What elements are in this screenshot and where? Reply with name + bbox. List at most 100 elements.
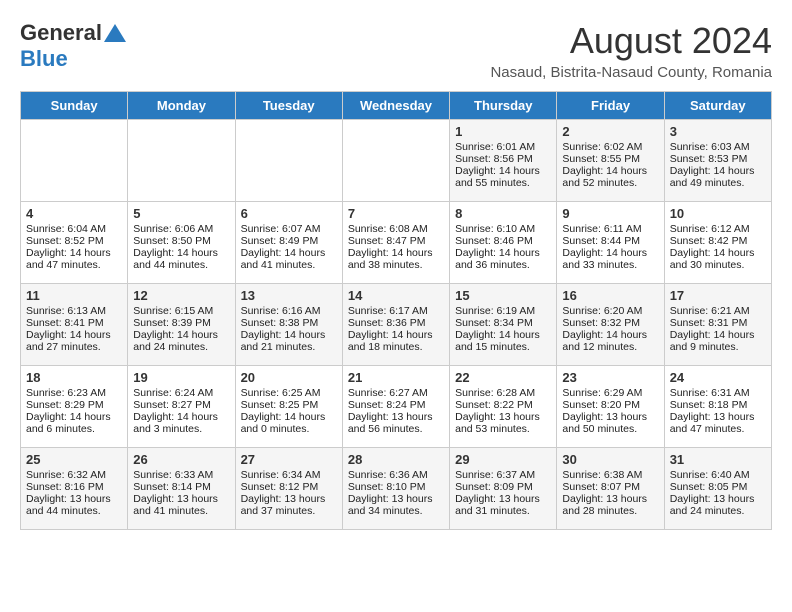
- day-number: 24: [670, 370, 766, 385]
- day-info: Sunset: 8:34 PM: [455, 317, 551, 329]
- day-info: Daylight: 14 hours: [455, 329, 551, 341]
- calendar-cell: 15Sunrise: 6:19 AMSunset: 8:34 PMDayligh…: [450, 284, 557, 366]
- day-info: Sunset: 8:18 PM: [670, 399, 766, 411]
- day-info: and 52 minutes.: [562, 177, 658, 189]
- day-info: Sunset: 8:20 PM: [562, 399, 658, 411]
- day-info: Sunset: 8:14 PM: [133, 481, 229, 493]
- calendar-cell: 12Sunrise: 6:15 AMSunset: 8:39 PMDayligh…: [128, 284, 235, 366]
- day-number: 25: [26, 452, 122, 467]
- day-number: 5: [133, 206, 229, 221]
- day-info: Daylight: 13 hours: [455, 493, 551, 505]
- day-number: 6: [241, 206, 337, 221]
- day-info: Daylight: 14 hours: [670, 329, 766, 341]
- day-info: Daylight: 13 hours: [26, 493, 122, 505]
- logo: General Blue: [20, 20, 126, 72]
- calendar-cell: 5Sunrise: 6:06 AMSunset: 8:50 PMDaylight…: [128, 202, 235, 284]
- calendar-cell: 23Sunrise: 6:29 AMSunset: 8:20 PMDayligh…: [557, 366, 664, 448]
- day-info: Sunset: 8:42 PM: [670, 235, 766, 247]
- day-number: 20: [241, 370, 337, 385]
- day-info: Sunrise: 6:21 AM: [670, 305, 766, 317]
- calendar-cell: 20Sunrise: 6:25 AMSunset: 8:25 PMDayligh…: [235, 366, 342, 448]
- day-number: 17: [670, 288, 766, 303]
- logo-blue-text: Blue: [20, 46, 68, 71]
- title-block: August 2024 Nasaud, Bistrita-Nasaud Coun…: [490, 20, 772, 81]
- day-number: 28: [348, 452, 444, 467]
- day-info: Sunrise: 6:32 AM: [26, 469, 122, 481]
- day-info: Sunset: 8:05 PM: [670, 481, 766, 493]
- calendar-cell: 2Sunrise: 6:02 AMSunset: 8:55 PMDaylight…: [557, 120, 664, 202]
- day-info: Sunset: 8:27 PM: [133, 399, 229, 411]
- day-info: Daylight: 14 hours: [241, 329, 337, 341]
- month-title: August 2024: [490, 20, 772, 62]
- day-info: and 44 minutes.: [26, 505, 122, 517]
- day-info: and 36 minutes.: [455, 259, 551, 271]
- calendar-week-3: 11 Sunrise: 6:13 AMSunset: 8:41 PM Dayligh…: [21, 284, 772, 366]
- day-info: Sunrise: 6:10 AM: [455, 223, 551, 235]
- day-info: and 27 minutes.: [26, 341, 122, 353]
- calendar-cell: 1Sunrise: 6:01 AMSunset: 8:56 PMDaylight…: [450, 120, 557, 202]
- day-info: Sunrise: 6:12 AM: [670, 223, 766, 235]
- day-info: Sunset: 8:38 PM: [241, 317, 337, 329]
- calendar-cell: 17 Sunrise: 6:21 AMSunset: 8:31 PMDayligh…: [664, 284, 771, 366]
- day-info: Sunset: 8:41 PM: [26, 317, 122, 329]
- day-info: and 33 minutes.: [562, 259, 658, 271]
- day-info: Daylight: 13 hours: [455, 411, 551, 423]
- day-info: Sunrise: 6:03 AM: [670, 141, 766, 153]
- day-number: 19: [133, 370, 229, 385]
- day-info: Sunset: 8:31 PM: [670, 317, 766, 329]
- day-info: Daylight: 14 hours: [562, 329, 658, 341]
- calendar-cell: 25Sunrise: 6:32 AMSunset: 8:16 PMDayligh…: [21, 448, 128, 530]
- day-info: Sunset: 8:53 PM: [670, 153, 766, 165]
- calendar-cell: 26Sunrise: 6:33 AMSunset: 8:14 PMDayligh…: [128, 448, 235, 530]
- day-info: and 21 minutes.: [241, 341, 337, 353]
- day-info: and 55 minutes.: [455, 177, 551, 189]
- day-info: Sunset: 8:22 PM: [455, 399, 551, 411]
- day-info: and 49 minutes.: [670, 177, 766, 189]
- day-info: Sunset: 8:10 PM: [348, 481, 444, 493]
- day-number: 7: [348, 206, 444, 221]
- day-info: Sunrise: 6:36 AM: [348, 469, 444, 481]
- day-info: Sunrise: 6:38 AM: [562, 469, 658, 481]
- day-info: Daylight: 14 hours: [562, 247, 658, 259]
- day-info: and 24 minutes.: [670, 505, 766, 517]
- day-number: 16: [562, 288, 658, 303]
- col-header-wednesday: Wednesday: [342, 92, 449, 120]
- calendar-cell: 31Sunrise: 6:40 AMSunset: 8:05 PMDayligh…: [664, 448, 771, 530]
- day-info: Daylight: 14 hours: [670, 247, 766, 259]
- calendar-cell: 6Sunrise: 6:07 AMSunset: 8:49 PMDaylight…: [235, 202, 342, 284]
- day-number: 18: [26, 370, 122, 385]
- day-info: Daylight: 14 hours: [562, 165, 658, 177]
- day-info: Daylight: 13 hours: [670, 493, 766, 505]
- day-info: Daylight: 14 hours: [348, 329, 444, 341]
- day-info: Daylight: 13 hours: [348, 493, 444, 505]
- col-header-monday: Monday: [128, 92, 235, 120]
- logo-icon: [104, 24, 126, 42]
- day-number: 21: [348, 370, 444, 385]
- day-info: and 56 minutes.: [348, 423, 444, 435]
- day-info: Daylight: 14 hours: [348, 247, 444, 259]
- day-info: and 3 minutes.: [133, 423, 229, 435]
- calendar-table: SundayMondayTuesdayWednesdayThursdayFrid…: [20, 91, 772, 530]
- day-number: 11: [26, 288, 122, 303]
- calendar-cell: 16Sunrise: 6:20 AMSunset: 8:32 PMDayligh…: [557, 284, 664, 366]
- day-number: 8: [455, 206, 551, 221]
- day-info: Sunrise: 6:13 AM: [26, 305, 122, 317]
- day-info: Sunrise: 6:19 AM: [455, 305, 551, 317]
- col-header-friday: Friday: [557, 92, 664, 120]
- day-number: 26: [133, 452, 229, 467]
- day-info: Sunset: 8:46 PM: [455, 235, 551, 247]
- day-info: Sunrise: 6:07 AM: [241, 223, 337, 235]
- day-number: 9: [562, 206, 658, 221]
- day-info: and 24 minutes.: [133, 341, 229, 353]
- day-number: 27: [241, 452, 337, 467]
- day-number: 31: [670, 452, 766, 467]
- day-info: Sunrise: 6:11 AM: [562, 223, 658, 235]
- day-info: Sunset: 8:49 PM: [241, 235, 337, 247]
- day-number: 23: [562, 370, 658, 385]
- logo-text: General: [20, 20, 102, 46]
- day-number: 22: [455, 370, 551, 385]
- calendar-cell: 27Sunrise: 6:34 AMSunset: 8:12 PMDayligh…: [235, 448, 342, 530]
- day-info: Sunset: 8:09 PM: [455, 481, 551, 493]
- day-info: Sunrise: 6:23 AM: [26, 387, 122, 399]
- day-number: 30: [562, 452, 658, 467]
